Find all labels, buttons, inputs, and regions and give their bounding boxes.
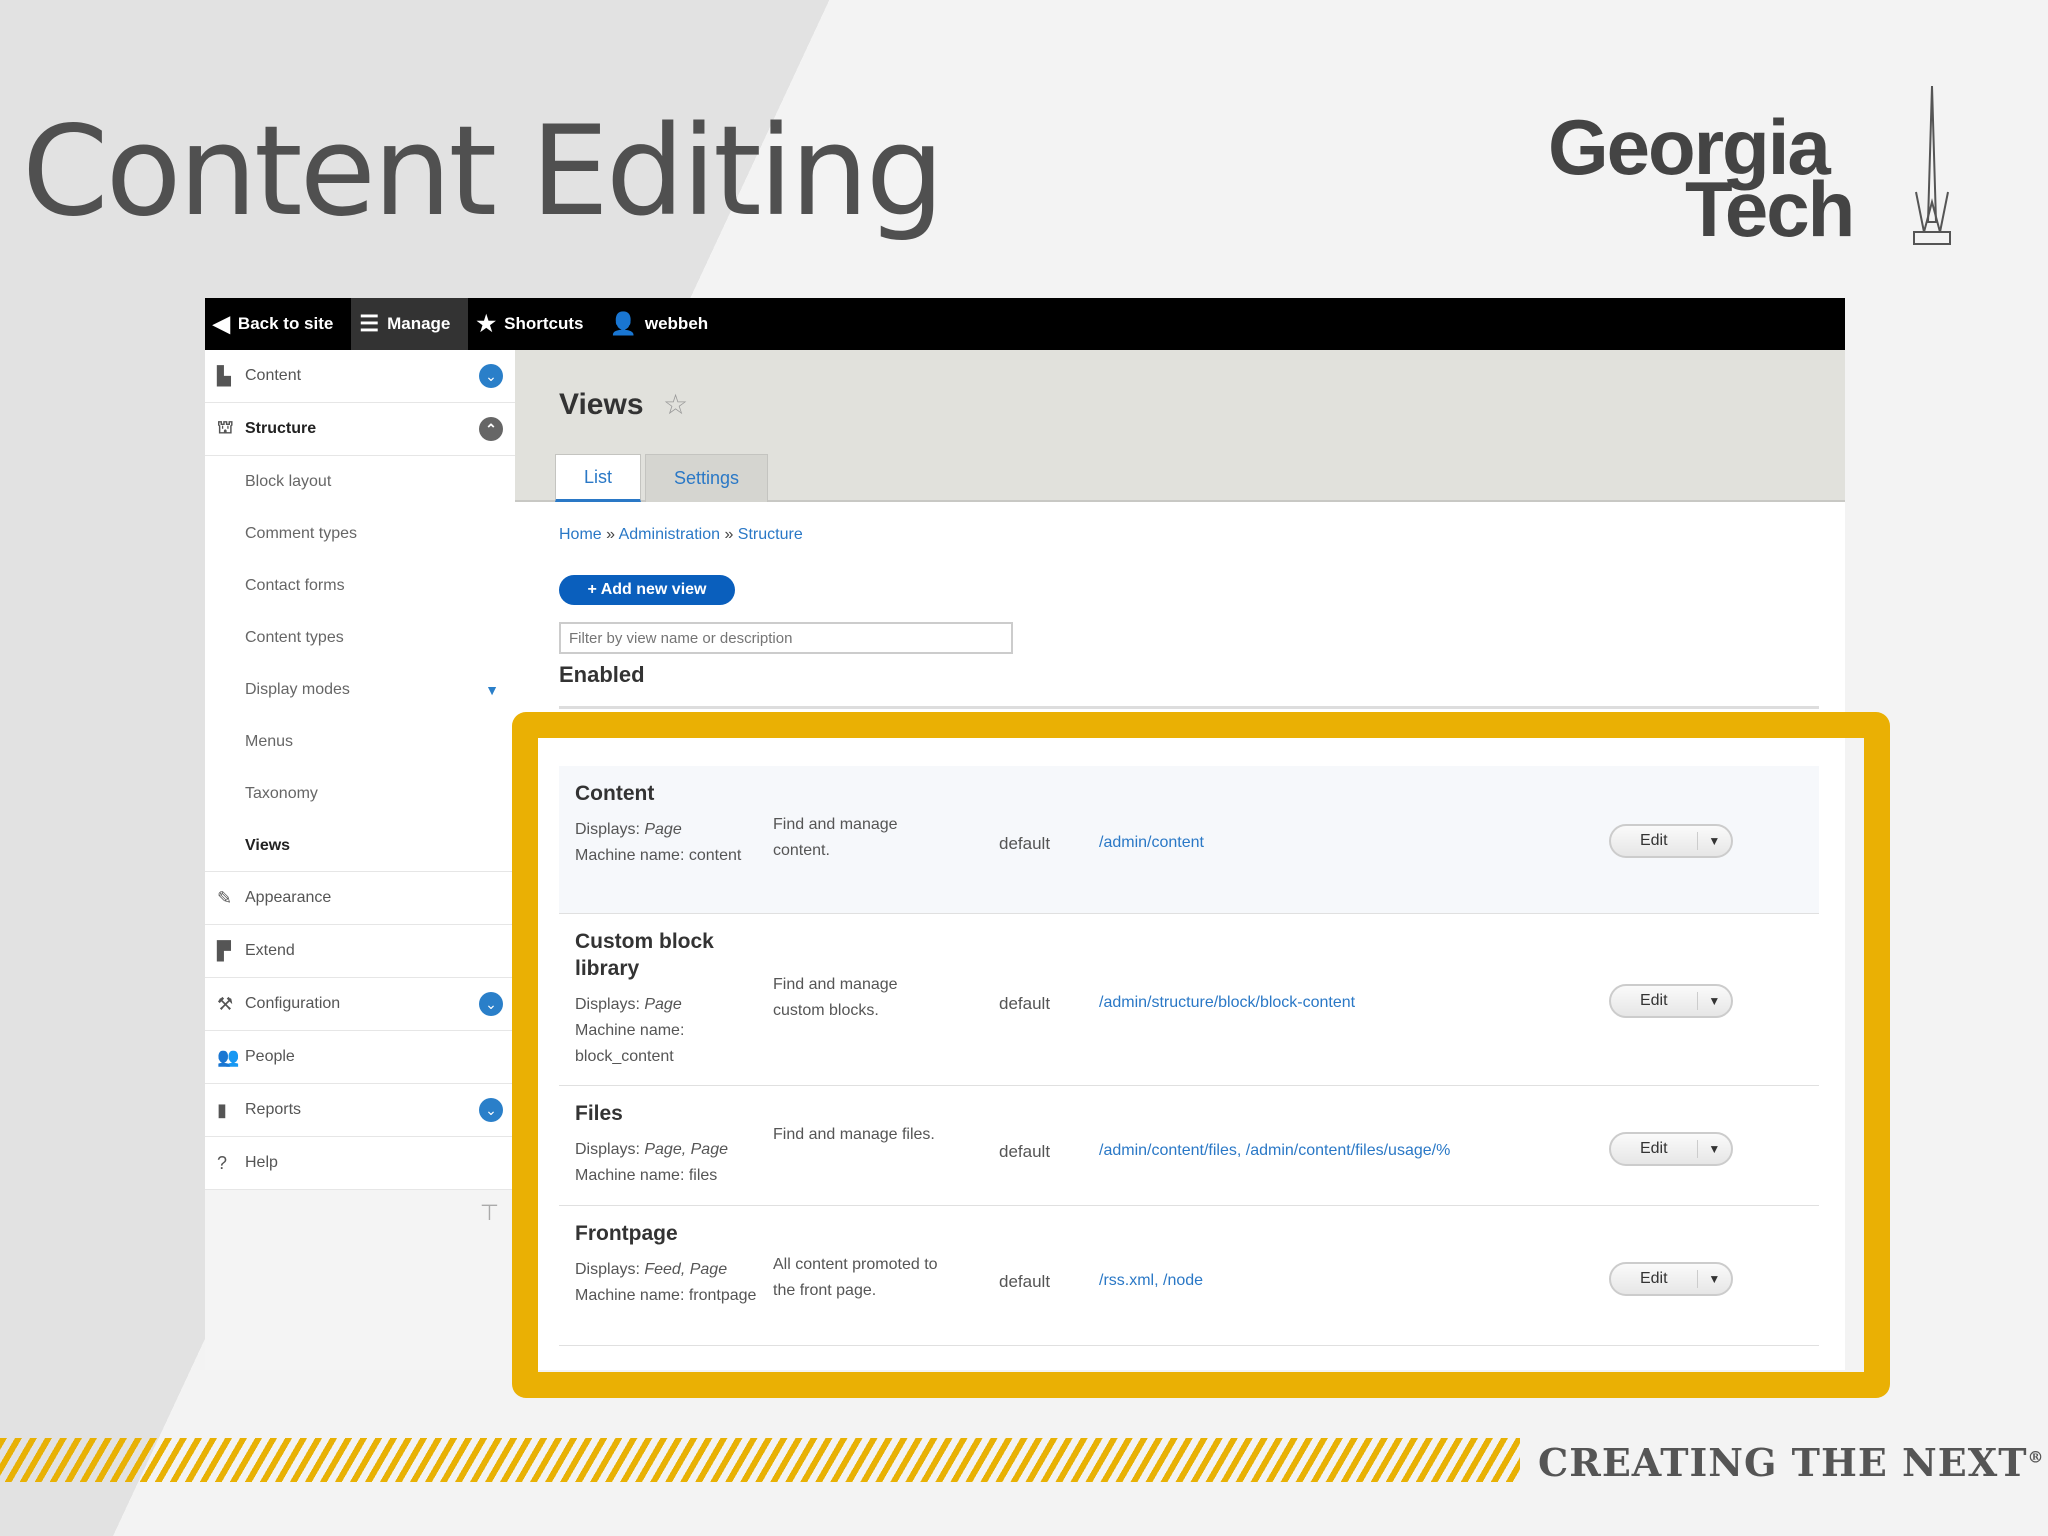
sidebar-item-content[interactable]: ▙ Content ⌄ [205, 350, 515, 403]
sidebar-label: Configuration [245, 995, 341, 1012]
tagline-text: CREATING THE NEXT [1538, 1440, 2028, 1485]
sidebar-label: Views [245, 836, 291, 854]
admin-toolbar: ◀ Back to site ☰ Manage ★ Shortcuts 👤 we… [205, 298, 1845, 350]
user-icon: 👤 [609, 311, 637, 336]
tab-list[interactable]: List [555, 454, 642, 502]
bar-chart-icon: ▮ [217, 1099, 227, 1120]
sidebar-item-configuration[interactable]: ⚒ Configuration ⌄ [205, 978, 515, 1031]
sidebar-label: Block layout [245, 473, 332, 490]
manage-label: Manage [387, 314, 451, 333]
sidebar-label: Display modes [245, 681, 350, 698]
back-arrow-icon: ◀ [213, 311, 230, 336]
breadcrumb-administration[interactable]: Administration [619, 526, 720, 543]
breadcrumb: Home » Administration » Structure [559, 526, 803, 544]
tower-spire-icon [1913, 85, 1951, 245]
chevron-down-icon[interactable]: ⌄ [479, 364, 503, 388]
user-tab[interactable]: 👤 webbeh [601, 298, 726, 350]
stripe-band [0, 1438, 1520, 1482]
sidebar-item-content-types[interactable]: Content types [205, 612, 515, 664]
puzzle-icon: ▛ [217, 940, 231, 961]
back-to-site-link[interactable]: ◀ Back to site [205, 298, 351, 350]
manage-tab[interactable]: ☰ Manage [351, 298, 469, 350]
sidebar-item-help[interactable]: ? Help [205, 1137, 515, 1190]
file-icon: ▙ [217, 365, 231, 386]
sidebar-label: Structure [245, 420, 317, 437]
page-title: Views [559, 388, 644, 421]
sidebar-item-taxonomy[interactable]: Taxonomy [205, 768, 515, 820]
sidebar-label: Menus [245, 733, 294, 750]
logo-line2: Tech [1685, 165, 1855, 253]
sidebar-item-views[interactable]: Views [205, 820, 515, 872]
page-tabs: List Settings [555, 454, 772, 502]
chevron-down-icon[interactable]: ⌄ [479, 992, 503, 1016]
sidebar-item-display-modes[interactable]: Display modes ▼ [205, 664, 515, 716]
tagline: CREATING THE NEXT® [1538, 1440, 2045, 1485]
divider [559, 706, 1819, 709]
shortcuts-label: Shortcuts [504, 314, 584, 333]
registered-mark: ® [2027, 1447, 2045, 1467]
sidebar-footer: ⊤ [205, 1190, 515, 1290]
caret-down-icon[interactable]: ▼ [485, 682, 499, 698]
breadcrumb-home[interactable]: Home [559, 526, 602, 543]
sidebar-item-reports[interactable]: ▮ Reports ⌄ [205, 1084, 515, 1137]
sidebar-label: Content types [245, 629, 344, 646]
sidebar-item-structure[interactable]: ⛫ Structure ⌃ [205, 403, 515, 456]
help-icon: ? [217, 1152, 228, 1173]
sidebar-label: Reports [245, 1101, 302, 1118]
slide-title: Content Editing [22, 100, 944, 244]
star-icon: ★ [476, 311, 497, 336]
add-new-view-button[interactable]: + Add new view [559, 575, 735, 605]
pin-icon[interactable]: ⊤ [480, 1200, 499, 1226]
star-outline-icon[interactable]: ☆ [663, 388, 688, 421]
sidebar-label: Content [245, 367, 302, 384]
georgia-tech-logo: Georgia Tech [1548, 82, 1968, 262]
admin-sidebar: ▙ Content ⌄ ⛫ Structure ⌃ Block layout C… [205, 350, 515, 1370]
chevron-up-icon[interactable]: ⌃ [479, 417, 503, 441]
sidebar-label: Contact forms [245, 577, 345, 594]
filter-input[interactable] [559, 622, 1013, 654]
page-header: Views ☆ List Settings [515, 350, 1845, 502]
sidebar-label: People [245, 1048, 295, 1065]
user-label: webbeh [644, 314, 709, 333]
people-icon: 👥 [217, 1046, 240, 1067]
sidebar-label: Taxonomy [245, 785, 318, 802]
sitemap-icon: ⛫ [217, 417, 234, 437]
sidebar-item-comment-types[interactable]: Comment types [205, 508, 515, 560]
sidebar-item-block-layout[interactable]: Block layout [205, 456, 515, 508]
sidebar-label: Appearance [245, 889, 332, 906]
sidebar-item-contact-forms[interactable]: Contact forms [205, 560, 515, 612]
breadcrumb-structure[interactable]: Structure [738, 526, 803, 543]
sidebar-item-appearance[interactable]: ✎ Appearance [205, 872, 515, 925]
tab-settings[interactable]: Settings [645, 454, 769, 502]
highlight-frame [512, 712, 1890, 1398]
breadcrumb-separator: » [606, 526, 616, 543]
section-heading-enabled: Enabled [559, 662, 645, 687]
wrench-icon: ⚒ [217, 993, 234, 1014]
brush-icon: ✎ [217, 887, 233, 908]
sidebar-item-extend[interactable]: ▛ Extend [205, 925, 515, 978]
sidebar-item-people[interactable]: 👥 People [205, 1031, 515, 1084]
breadcrumb-separator: » [724, 526, 734, 543]
sidebar-label: Comment types [245, 525, 358, 542]
hamburger-icon: ☰ [359, 311, 380, 336]
sidebar-item-menus[interactable]: Menus [205, 716, 515, 768]
back-label: Back to site [237, 314, 334, 333]
sidebar-label: Extend [245, 942, 295, 959]
chevron-down-icon[interactable]: ⌄ [479, 1098, 503, 1122]
sidebar-label: Help [245, 1154, 278, 1171]
shortcuts-tab[interactable]: ★ Shortcuts [468, 298, 601, 350]
